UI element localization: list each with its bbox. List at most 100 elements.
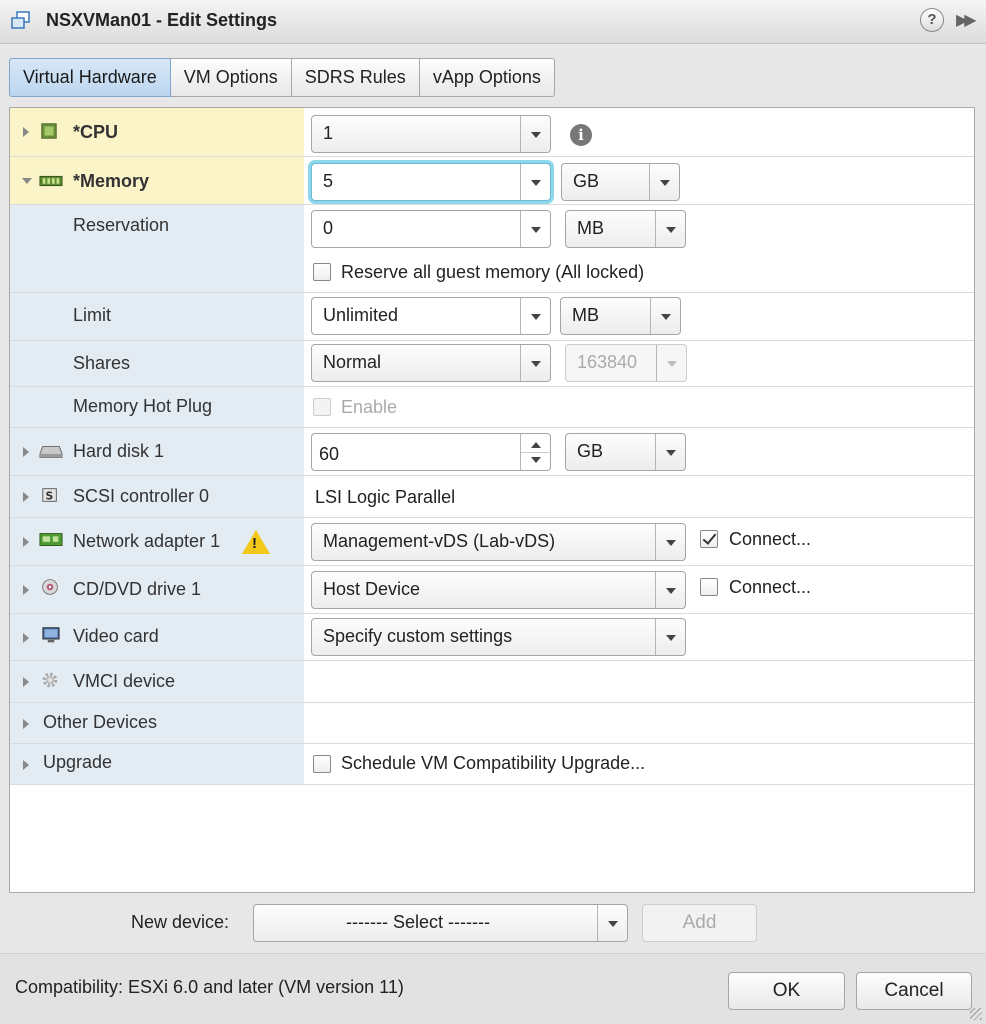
chevron-down-icon[interactable]	[520, 298, 550, 334]
cd-dvd-icon	[42, 579, 58, 595]
tab-vapp-options[interactable]: vApp Options	[419, 58, 555, 97]
new-device-select[interactable]: ------- Select -------	[253, 904, 628, 942]
expand-arrow-icon[interactable]	[23, 492, 29, 502]
hard-disk-row[interactable]: Hard disk 1 60 GB	[10, 428, 974, 476]
memory-unit-select[interactable]: GB	[561, 163, 680, 201]
other-devices-row[interactable]: Other Devices	[10, 703, 974, 744]
help-icon[interactable]: ?	[920, 8, 944, 32]
chevron-down-icon[interactable]	[520, 116, 550, 152]
upgrade-label: Upgrade	[43, 752, 113, 772]
spinner-icon[interactable]	[520, 434, 550, 470]
upgrade-row[interactable]: Upgrade Schedule VM Compatibility Upgrad…	[10, 744, 974, 785]
hard-disk-size-input[interactable]: 60	[311, 433, 551, 471]
hard-disk-unit-select[interactable]: GB	[565, 433, 686, 471]
hotplug-enable-label: Enable	[341, 397, 398, 417]
shares-label: Shares	[73, 353, 131, 373]
video-card-row[interactable]: Video card Specify custom settings	[10, 614, 974, 661]
network-connect-checkbox[interactable]	[700, 530, 718, 548]
title-bar: NSXVMan01 - Edit Settings ? ▶▶	[0, 0, 986, 44]
info-icon[interactable]: i	[570, 124, 592, 146]
limit-label: Limit	[73, 305, 112, 325]
chevron-down-icon[interactable]	[655, 434, 685, 470]
chevron-down-icon[interactable]	[650, 298, 680, 334]
shares-amount-select: 163840	[565, 344, 687, 382]
memory-label: *Memory	[73, 171, 150, 191]
expand-arrow-icon[interactable]	[23, 537, 29, 547]
hard-disk-label: Hard disk 1	[73, 441, 165, 461]
cancel-button[interactable]: Cancel	[856, 972, 972, 1010]
video-card-icon	[42, 627, 60, 643]
memory-row[interactable]: *Memory 5 GB	[10, 157, 974, 205]
network-select[interactable]: Management-vDS (Lab-vDS)	[311, 523, 686, 561]
add-device-button: Add	[642, 904, 757, 942]
cd-dvd-connect-checkbox[interactable]	[700, 578, 718, 596]
chevron-down-icon[interactable]	[649, 164, 679, 200]
window-title: NSXVMan01 - Edit Settings	[46, 10, 278, 30]
video-card-select[interactable]: Specify custom settings	[311, 618, 686, 656]
cd-dvd-label: CD/DVD drive 1	[73, 579, 202, 599]
new-device-label: New device:	[131, 912, 230, 932]
schedule-upgrade-label: Schedule VM Compatibility Upgrade...	[341, 753, 646, 773]
reservation-label: Reservation	[73, 215, 170, 235]
chevron-down-icon[interactable]	[655, 524, 685, 560]
expand-arrow-icon[interactable]	[23, 585, 29, 595]
chevron-down-icon	[656, 345, 686, 381]
network-adapter-label: Network adapter 1	[73, 531, 221, 551]
network-adapter-row[interactable]: Network adapter 1 ! Management-vDS (Lab-…	[10, 518, 974, 566]
reserve-all-checkbox[interactable]	[313, 263, 331, 281]
expand-arrow-icon[interactable]	[23, 677, 29, 687]
tab-sdrs-rules[interactable]: SDRS Rules	[291, 58, 420, 97]
chevron-down-icon[interactable]	[520, 345, 550, 381]
chevron-down-icon[interactable]	[655, 211, 685, 247]
chevron-down-icon[interactable]	[655, 572, 685, 608]
network-connect-label: Connect...	[729, 529, 812, 549]
cd-dvd-select[interactable]: Host Device	[311, 571, 686, 609]
reservation-row: Reservation 0 MB Reserve all guest memor…	[10, 205, 974, 293]
resize-grip-icon[interactable]	[970, 1008, 982, 1020]
footer: Compatibility: ESXi 6.0 and later (VM ve…	[0, 953, 986, 1024]
compatibility-text: Compatibility: ESXi 6.0 and later (VM ve…	[15, 977, 404, 997]
scsi-controller-icon: S	[42, 488, 57, 503]
cpu-row[interactable]: *CPU 1 i	[10, 108, 974, 157]
scsi-controller-row[interactable]: S SCSI controller 0 LSI Logic Parallel	[10, 476, 974, 518]
tab-vm-options[interactable]: VM Options	[170, 58, 292, 97]
expand-arrow-icon[interactable]	[23, 760, 29, 770]
memory-hotplug-label: Memory Hot Plug	[73, 396, 213, 416]
cpu-count-select[interactable]: 1	[311, 115, 551, 153]
tab-bar: Virtual Hardware VM Options SDRS Rules v…	[9, 58, 555, 97]
schedule-upgrade-checkbox[interactable]	[313, 755, 331, 773]
ok-button[interactable]: OK	[728, 972, 845, 1010]
hardware-panel: *CPU 1 i *Memory 5 GB Reservation 0 MB R…	[9, 107, 975, 893]
collapse-arrow-icon[interactable]	[22, 178, 32, 184]
limit-input[interactable]: Unlimited	[311, 297, 551, 335]
reservation-input[interactable]: 0	[311, 210, 551, 248]
limit-row: Limit Unlimited MB	[10, 293, 974, 341]
other-devices-label: Other Devices	[43, 712, 158, 732]
cd-dvd-row[interactable]: CD/DVD drive 1 Host Device Connect...	[10, 566, 974, 614]
gear-icon	[42, 672, 58, 688]
limit-unit-select[interactable]: MB	[560, 297, 681, 335]
hotplug-enable-checkbox	[313, 398, 331, 416]
cpu-icon	[41, 123, 57, 139]
memory-icon	[39, 175, 63, 187]
shares-row: Shares Normal 163840	[10, 341, 974, 387]
expand-icon[interactable]: ▶▶	[956, 10, 977, 30]
shares-level-select[interactable]: Normal	[311, 344, 551, 382]
chevron-down-icon[interactable]	[520, 164, 550, 200]
tab-virtual-hardware[interactable]: Virtual Hardware	[9, 58, 171, 97]
reservation-unit-select[interactable]: MB	[565, 210, 686, 248]
reserve-all-label: Reserve all guest memory (All locked)	[341, 262, 645, 282]
expand-arrow-icon[interactable]	[23, 633, 29, 643]
chevron-down-icon[interactable]	[597, 905, 627, 941]
memory-size-input[interactable]: 5	[311, 163, 551, 201]
expand-arrow-icon[interactable]	[23, 719, 29, 729]
vm-icon	[11, 11, 30, 29]
video-card-label: Video card	[73, 626, 159, 646]
vmci-device-row[interactable]: VMCI device	[10, 661, 974, 703]
expand-arrow-icon[interactable]	[23, 447, 29, 457]
chevron-down-icon[interactable]	[655, 619, 685, 655]
expand-arrow-icon[interactable]	[23, 127, 29, 137]
chevron-down-icon[interactable]	[520, 211, 550, 247]
scsi-controller-label: SCSI controller 0	[73, 486, 210, 506]
warning-icon: !	[242, 530, 270, 554]
